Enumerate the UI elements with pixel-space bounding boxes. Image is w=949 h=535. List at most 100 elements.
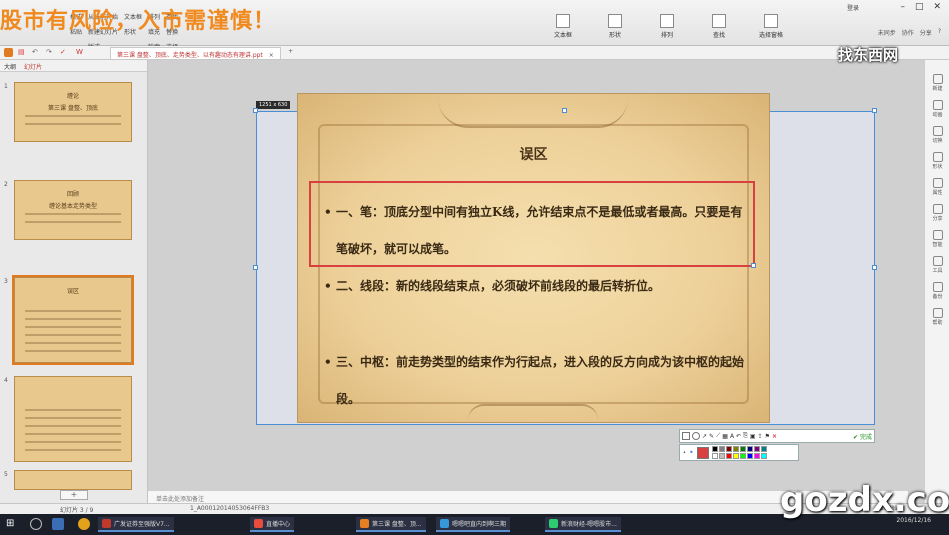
text-tool-icon[interactable]: A [730,433,734,440]
task-view-icon[interactable] [52,518,64,530]
sidebar-tool[interactable]: 帮助 [927,308,948,326]
color-swatch[interactable] [725,446,732,452]
ribbon-right-tool[interactable]: 未同步 [878,28,896,37]
thumbnail-title: 缠论 [66,93,79,100]
resize-handle[interactable] [253,265,258,270]
taskbar-app[interactable]: 第三课 盘整、顶... [356,517,426,532]
taskbar-app[interactable]: 嗯嗯吧直内到啊三期 [436,517,511,532]
current-color-swatch[interactable] [696,446,709,459]
save-icon[interactable]: ▣ [750,433,756,440]
sidebar-tool[interactable]: 属性 [927,178,948,196]
slide-thumbnail[interactable]: 5 [4,470,132,490]
slide-thumbnail[interactable]: 4 [4,376,132,462]
undo-icon[interactable]: ↶ [32,48,41,57]
taskbar-app[interactable]: 广发证券至强版V7... [98,517,174,532]
color-swatch[interactable] [725,453,732,459]
color-swatch[interactable] [760,446,767,452]
sidebar-tool[interactable]: 形状 [927,152,948,170]
color-swatch[interactable] [753,453,760,459]
color-swatch[interactable] [718,446,725,452]
windows-start-icon[interactable]: ⊞ [6,518,18,530]
wps-icon[interactable]: W [76,48,85,57]
bookmark-icon[interactable]: ⚑ [765,433,770,440]
taskbar-app[interactable]: 直播中心 [250,517,295,532]
add-slide-button[interactable]: + [60,490,88,500]
color-swatch[interactable] [718,453,725,459]
ribbon-big-button[interactable]: 选择窗格 [756,14,786,42]
ribbon-right-tool[interactable]: 协作 [902,28,914,37]
sidebar-tool[interactable]: 动画 [927,100,948,118]
resize-handle[interactable] [872,108,877,113]
undo-icon[interactable]: ↶ [736,433,741,440]
color-swatch[interactable] [746,446,753,452]
search-icon[interactable] [30,518,42,530]
ribbon-right-tools: 未同步 协作 分享? [878,28,941,37]
ribbon-big-button[interactable]: 排列 [652,14,682,42]
sidebar-tool-icon [932,126,943,136]
color-swatch[interactable] [732,446,739,452]
brush-small-icon[interactable]: • [683,450,686,456]
folder-icon[interactable]: ▤ [18,48,27,57]
sidebar-tool-label: 动画 [932,112,943,118]
cancel-button[interactable]: × [772,433,777,440]
tab-slides[interactable]: 幻灯片 [24,62,42,71]
resize-handle[interactable] [751,263,756,268]
thumbnail-text-line [25,449,121,451]
ribbon-big-button[interactable]: 查找 [704,14,734,42]
sidebar-tool[interactable]: 智能 [927,230,948,248]
color-swatch[interactable] [711,453,718,459]
maximize-icon[interactable]: □ [915,2,924,12]
red-rectangle-annotation[interactable] [309,181,755,267]
taskbar-app[interactable]: 新浪财经-嗯嗯股市... [545,517,621,532]
chrome-icon[interactable] [78,518,90,530]
tab-close-icon[interactable]: × [269,52,274,59]
slide-thumbnail[interactable]: 1 缠论 第三课 盘整、顶底 [4,82,132,142]
sidebar-tool-icon [932,74,943,84]
minimize-icon[interactable]: – [900,2,905,12]
panel-tabs: 大纲 幻灯片 [0,60,147,72]
color-swatch[interactable] [746,453,753,459]
resize-handle[interactable] [253,108,258,113]
ribbon-big-button[interactable]: 形状 [600,14,630,42]
rectangle-tool-icon[interactable] [682,432,690,440]
color-swatch[interactable] [732,453,739,459]
color-swatch[interactable] [711,446,718,452]
thumbnail-text-line [25,350,121,352]
highlighter-tool-icon[interactable]: ⟋ [716,432,720,440]
sidebar-tool[interactable]: 切换 [927,126,948,144]
slide-thumbnail[interactable]: 2 回顾 缠论基本走势类型 [4,180,132,240]
tab-outline[interactable]: 大纲 [4,62,16,71]
color-swatch[interactable] [753,446,760,452]
pen-tool-icon[interactable]: ✎ [709,433,714,440]
ribbon-right-tool[interactable]: ? [938,28,941,37]
color-swatch[interactable] [739,453,746,459]
ellipse-tool-icon[interactable] [692,432,700,440]
ribbon-right-tool[interactable]: 分享 [920,28,932,37]
close-icon[interactable]: ✕ [933,2,941,12]
share-icon[interactable]: ⇪ [758,433,763,440]
color-swatch[interactable] [739,446,746,452]
sidebar-tool[interactable]: 工具 [927,256,948,274]
resize-handle[interactable] [872,265,877,270]
arrow-tool-icon[interactable]: ↗ [702,433,707,440]
sidebar-tool[interactable]: 备份 [927,282,948,300]
ribbon-button-icon [660,14,674,28]
ribbon-big-button[interactable]: 文本框 [548,14,578,42]
sidebar-tool[interactable]: 分享 [927,204,948,222]
copy-icon[interactable]: ⎘ [743,432,748,440]
done-button[interactable]: ✔ 完成 [853,432,872,441]
brush-large-icon[interactable]: • [689,448,694,457]
document-tab[interactable]: 第三课 盘整、顶底、走势类型、以有趣动态有理讲.ppt × [110,47,281,59]
slide-thumbnail[interactable]: 3 误区 [4,275,134,365]
mosaic-tool-icon[interactable]: ▦ [722,433,728,440]
pin-icon[interactable]: ✓ [60,48,69,57]
sidebar-tool[interactable]: 新建 [927,74,948,92]
resize-handle[interactable] [562,108,567,113]
sidebar-tool-label: 备份 [932,294,943,300]
document-id: 1_A00012014053064FFB3 [190,505,270,512]
color-swatch[interactable] [760,453,767,459]
thumbnail-subtitle: 第三课 盘整、顶底 [48,105,98,112]
add-tab-button[interactable]: + [288,48,293,55]
login-link[interactable]: 登录 [847,3,859,12]
redo-icon[interactable]: ↷ [46,48,55,57]
